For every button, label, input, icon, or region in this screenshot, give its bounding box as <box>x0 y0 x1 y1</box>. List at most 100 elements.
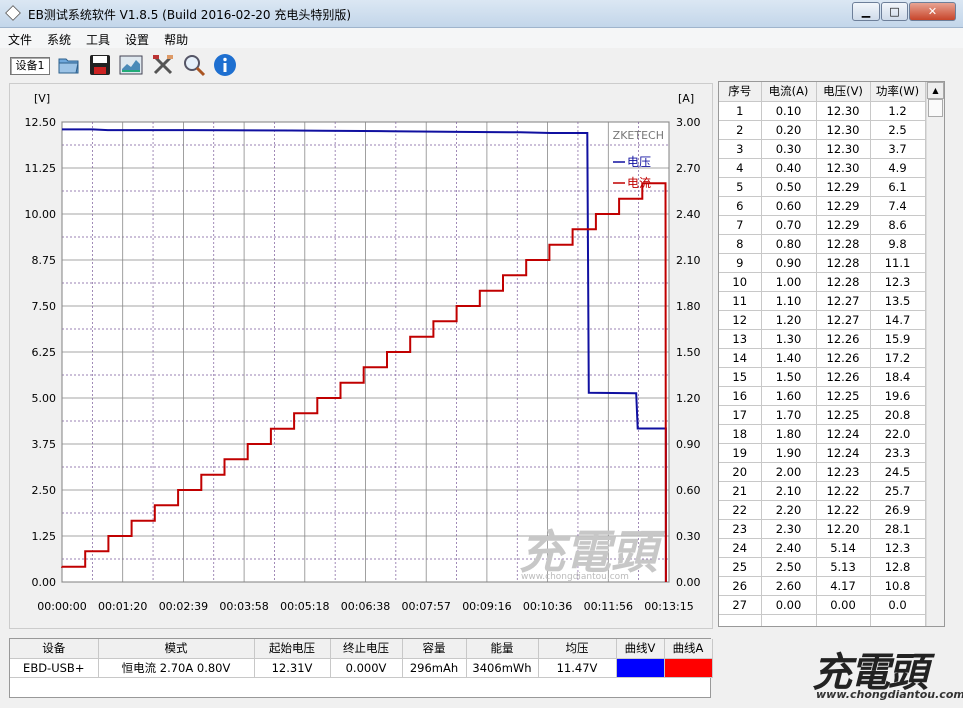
table-row[interactable]: 22 2.20 12.22 26.9 <box>719 500 926 520</box>
table-cell: 12.24 <box>816 443 871 463</box>
table-cell: 3.7 <box>870 139 926 159</box>
table-row[interactable]: 16 1.60 12.25 19.6 <box>719 386 926 406</box>
watermark-url: www.chongdiantou.com <box>816 688 963 701</box>
table-row[interactable]: 8 0.80 12.28 9.8 <box>719 234 926 254</box>
table-cell: 12.28 <box>816 272 871 292</box>
table-cell: 12.26 <box>816 348 871 368</box>
table-row[interactable]: 17 1.70 12.25 20.8 <box>719 405 926 425</box>
table-row[interactable]: 2 0.20 12.30 2.5 <box>719 120 926 140</box>
close-button[interactable]: ✕ <box>909 2 956 21</box>
table-cell: 7.4 <box>870 196 926 216</box>
x-tick-label: 00:01:20 <box>98 600 147 613</box>
menu-settings[interactable]: 设置 <box>117 28 156 48</box>
y-left-tick-label: 1.25 <box>32 530 57 543</box>
table-row[interactable]: 1 0.10 12.30 1.2 <box>719 101 926 121</box>
menu-file[interactable]: 文件 <box>0 28 39 48</box>
y-right-tick-label: 1.50 <box>676 346 701 359</box>
table-row[interactable]: 5 0.50 12.29 6.1 <box>719 177 926 197</box>
menu-system[interactable]: 系统 <box>39 28 78 48</box>
table-cell: 1.2 <box>870 101 926 121</box>
table-row[interactable]: 23 2.30 12.20 28.1 <box>719 519 926 539</box>
x-tick-label: 00:05:18 <box>280 600 329 613</box>
scroll-thumb[interactable] <box>928 99 943 117</box>
table-row[interactable]: 27 0.00 0.00 0.0 <box>719 595 926 615</box>
table-row[interactable]: 11 1.10 12.27 13.5 <box>719 291 926 311</box>
tools-icon[interactable] <box>151 53 175 77</box>
summary-header-cell: 终止电压 <box>330 639 403 659</box>
table-cell: 12.25 <box>816 405 871 425</box>
table-row[interactable]: 18 1.80 12.24 22.0 <box>719 424 926 444</box>
table-cell: 0.40 <box>761 158 817 178</box>
table-scrollbar[interactable]: ▲ <box>926 82 944 626</box>
table-cell: 13 <box>719 329 762 349</box>
toolbar: 设备1 <box>0 48 963 82</box>
window-title: EB测试系统软件 V1.8.5 (Build 2016-02-20 充电头特别版… <box>28 8 352 22</box>
table-row[interactable]: 26 2.60 4.17 10.8 <box>719 576 926 596</box>
table-row[interactable]: 12 1.20 12.27 14.7 <box>719 310 926 330</box>
table-row[interactable]: 10 1.00 12.28 12.3 <box>719 272 926 292</box>
table-cell: 0.60 <box>761 196 817 216</box>
x-tick-label: 00:09:16 <box>462 600 511 613</box>
scroll-up-icon[interactable]: ▲ <box>927 82 944 99</box>
table-cell: 11.1 <box>870 253 926 273</box>
x-tick-label: 00:10:36 <box>523 600 572 613</box>
menu-help[interactable]: 帮助 <box>156 28 195 48</box>
table-row[interactable]: 4 0.40 12.30 4.9 <box>719 158 926 178</box>
table-header-cell[interactable]: 电压(V) <box>816 82 871 102</box>
table-cell: 12.29 <box>816 215 871 235</box>
table-header-cell[interactable]: 功率(W) <box>870 82 926 102</box>
table-cell: 10 <box>719 272 762 292</box>
table-cell: 2.50 <box>761 557 817 577</box>
info-icon[interactable] <box>213 53 237 77</box>
table-cell: 0.80 <box>761 234 817 254</box>
table-header-cell[interactable]: 序号 <box>719 82 762 102</box>
summary-header-cell: 容量 <box>402 639 467 659</box>
menu-tools[interactable]: 工具 <box>78 28 117 48</box>
table-row[interactable]: 3 0.30 12.30 3.7 <box>719 139 926 159</box>
table-row[interactable]: 24 2.40 5.14 12.3 <box>719 538 926 558</box>
table-cell: 24.5 <box>870 462 926 482</box>
table-cell: 6.1 <box>870 177 926 197</box>
y-right-tick-label: 2.10 <box>676 254 701 267</box>
table-row[interactable]: 21 2.10 12.22 25.7 <box>719 481 926 501</box>
table-cell: 22 <box>719 500 762 520</box>
table-cell: 28.1 <box>870 519 926 539</box>
curve-v-swatch[interactable] <box>616 658 664 677</box>
table-row[interactable]: 7 0.70 12.29 8.6 <box>719 215 926 235</box>
table-row[interactable]: 20 2.00 12.23 24.5 <box>719 462 926 482</box>
table-row[interactable]: 19 1.90 12.24 23.3 <box>719 443 926 463</box>
table-cell: 12.30 <box>816 139 871 159</box>
brand-label: ZKETECH <box>613 129 664 142</box>
maximize-button[interactable]: □ <box>881 2 908 21</box>
table-row[interactable]: 9 0.90 12.28 11.1 <box>719 253 926 273</box>
table-row[interactable]: 25 2.50 5.13 12.8 <box>719 557 926 577</box>
table-row[interactable]: 14 1.40 12.26 17.2 <box>719 348 926 368</box>
table-cell: 14.7 <box>870 310 926 330</box>
y-right-unit-label: [A] <box>678 92 694 105</box>
table-cell: 12.27 <box>816 291 871 311</box>
app-icon <box>5 5 21 21</box>
magnify-icon[interactable] <box>182 53 206 77</box>
save-icon[interactable] <box>88 53 112 77</box>
curve-a-swatch[interactable] <box>664 658 712 677</box>
device-selector[interactable]: 设备1 <box>10 57 50 75</box>
table-header-cell[interactable]: 电流(A) <box>761 82 817 102</box>
y-right-tick-label: 0.30 <box>676 530 701 543</box>
folder-icon[interactable] <box>57 53 81 77</box>
chart-icon[interactable] <box>119 53 143 77</box>
data-table: 序号 电流(A) 电压(V) 功率(W) 1 0.10 12.30 1.2 2 0.20 12.3… <box>719 82 926 626</box>
table-cell: 4.17 <box>816 576 871 596</box>
table-cell: 5 <box>719 177 762 197</box>
table-cell: 13.5 <box>870 291 926 311</box>
table-row[interactable]: 15 1.50 12.26 18.4 <box>719 367 926 387</box>
table-cell: 0.0 <box>870 595 926 615</box>
y-right-tick-label: 0.60 <box>676 484 701 497</box>
table-cell: 4 <box>719 158 762 178</box>
table-row[interactable]: 6 0.60 12.29 7.4 <box>719 196 926 216</box>
minimize-button[interactable]: ▁ <box>852 2 880 21</box>
table-cell: 12.28 <box>816 234 871 254</box>
x-tick-label: 00:02:39 <box>159 600 208 613</box>
table-row[interactable]: 13 1.30 12.26 15.9 <box>719 329 926 349</box>
table-cell: 12.29 <box>816 196 871 216</box>
table-cell <box>761 614 817 626</box>
